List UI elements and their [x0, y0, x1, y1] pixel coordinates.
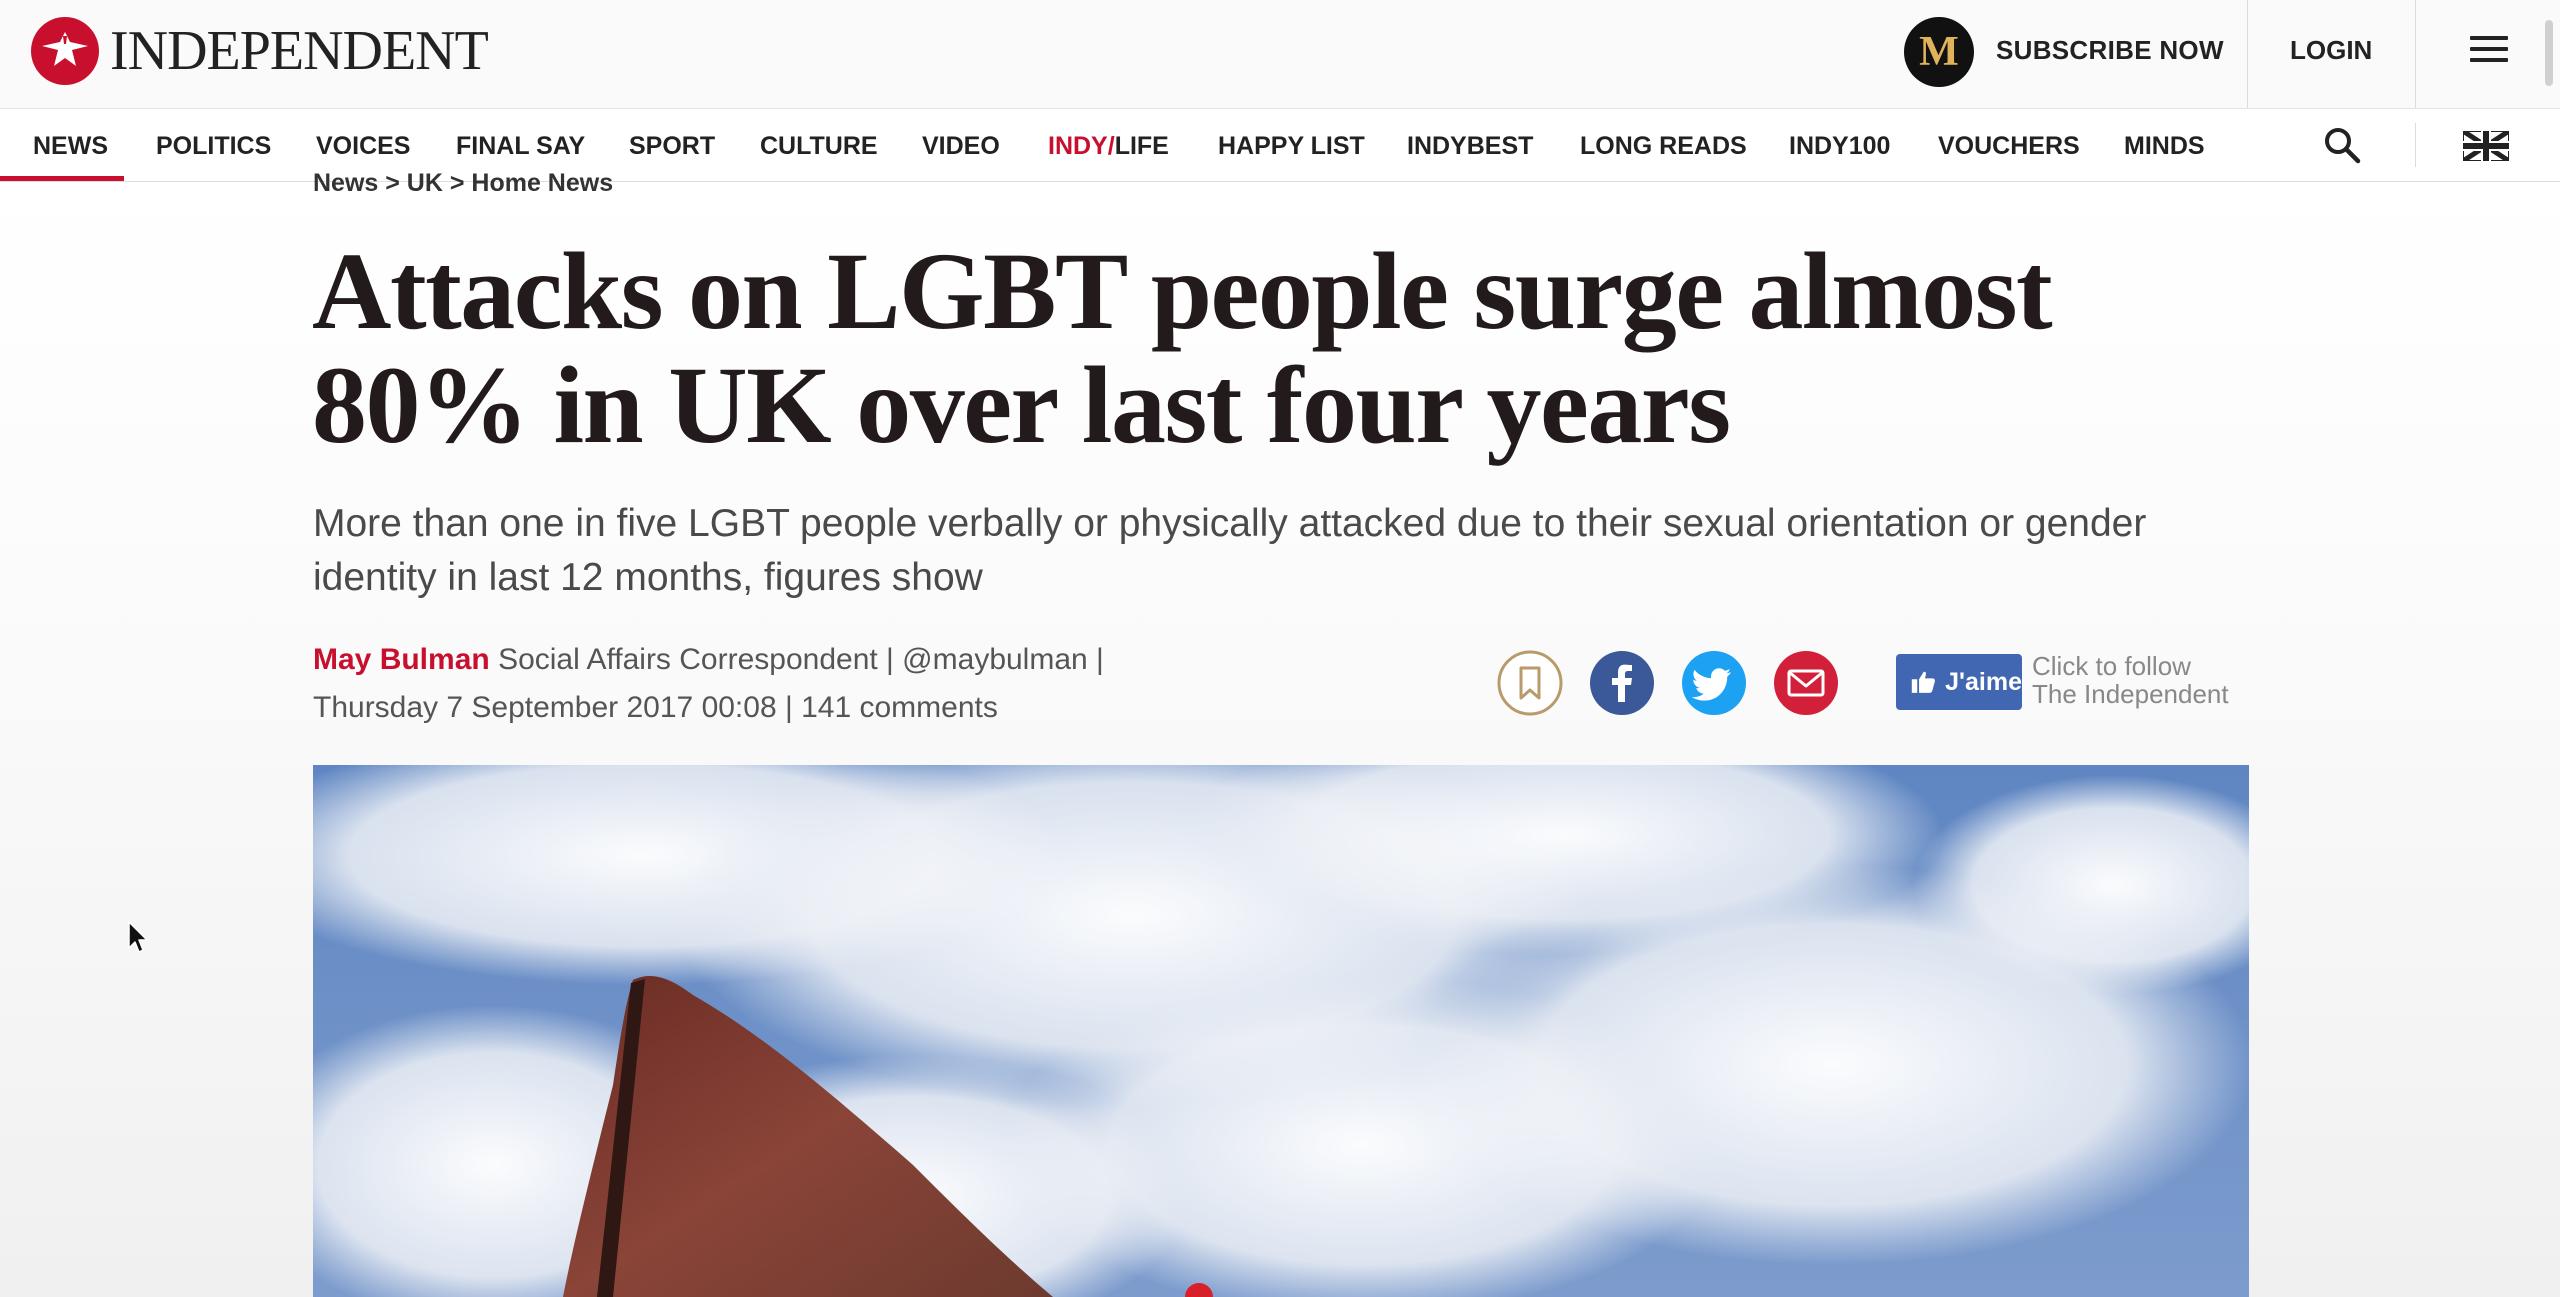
login-button[interactable]: LOGIN: [2290, 30, 2372, 70]
eagle-logo-icon: [31, 17, 99, 85]
author-role: Social Affairs Correspondent | @maybulma…: [498, 643, 1104, 676]
breadcrumb[interactable]: News > UK > Home News: [313, 166, 613, 200]
nav-item-politics[interactable]: POLITICS: [156, 129, 271, 163]
top-header: INDEPENDENT M SUBSCRIBE NOW LOGIN: [0, 0, 2560, 109]
nav-item-voices[interactable]: VOICES: [316, 129, 410, 163]
cursor-icon: [128, 921, 148, 953]
facebook-like-button[interactable]: J'aime: [1896, 654, 2022, 710]
facebook-icon[interactable]: [1589, 650, 1655, 716]
byline: May Bulman Social Affairs Correspondent …: [313, 638, 1104, 682]
nav-item-minds[interactable]: MINDS: [2124, 129, 2205, 163]
twitter-icon[interactable]: [1681, 650, 1747, 716]
follow-line-2: The Independent: [2032, 679, 2229, 709]
header-divider: [2415, 0, 2416, 108]
publish-date: Thursday 7 September 2017 00:08: [313, 691, 777, 724]
search-icon[interactable]: [2322, 125, 2362, 165]
nav-item-indybest[interactable]: INDYBEST: [1407, 129, 1533, 163]
nav-item-sport[interactable]: SPORT: [629, 129, 715, 163]
uk-flag-icon[interactable]: [2463, 131, 2509, 161]
nav-item-final-say[interactable]: FINAL SAY: [456, 129, 585, 163]
header-divider: [2247, 0, 2248, 108]
subscribe-button[interactable]: SUBSCRIBE NOW: [1996, 30, 2224, 70]
thumbs-up-icon: [1911, 671, 1935, 693]
email-icon[interactable]: [1773, 650, 1839, 716]
sky-and-flag-picture: [313, 765, 2249, 1297]
follow-prompt: Click to follow The Independent: [2032, 652, 2229, 708]
author-link[interactable]: May Bulman: [313, 643, 490, 676]
nav-item-vouchers[interactable]: VOUCHERS: [1938, 129, 2080, 163]
site-logo[interactable]: INDEPENDENT: [30, 16, 489, 86]
follow-line-1: Click to follow: [2032, 651, 2191, 681]
nav-item-indy-life[interactable]: INDY/LIFE: [1048, 129, 1169, 163]
dateline: Thursday 7 September 2017 00:08 | 141 co…: [313, 686, 998, 730]
facebook-like-label: J'aime: [1945, 667, 2022, 696]
nav-item-video[interactable]: VIDEO: [922, 129, 1000, 163]
nav-item-culture[interactable]: CULTURE: [760, 129, 878, 163]
nav-item-indy-life-suffix: LIFE: [1114, 132, 1169, 160]
nav-item-long-reads[interactable]: LONG READS: [1580, 129, 1747, 163]
nav-active-indicator: [0, 176, 124, 181]
article-headline: Attacks on LGBT people surge almost 80% …: [312, 230, 2053, 466]
article-standfirst: More than one in five LGBT people verbal…: [313, 502, 2147, 599]
hamburger-menu-icon[interactable]: [2470, 36, 2508, 66]
membership-badge-icon[interactable]: M: [1904, 17, 1974, 87]
article-hero-image: [313, 765, 2249, 1297]
nav-item-news[interactable]: NEWS: [33, 129, 108, 163]
scrollbar-thumb[interactable]: [2545, 20, 2553, 86]
nav-divider: [2415, 123, 2416, 167]
logo-wordmark: INDEPENDENT: [110, 20, 489, 82]
nav-item-indy100[interactable]: INDY100: [1789, 129, 1890, 163]
comments-link[interactable]: | 141 comments: [785, 691, 998, 724]
nav-item-indy-life-prefix: INDY/: [1048, 132, 1115, 160]
nav-item-happy-list[interactable]: HAPPY LIST: [1218, 129, 1365, 163]
bookmark-icon[interactable]: [1497, 650, 1563, 716]
